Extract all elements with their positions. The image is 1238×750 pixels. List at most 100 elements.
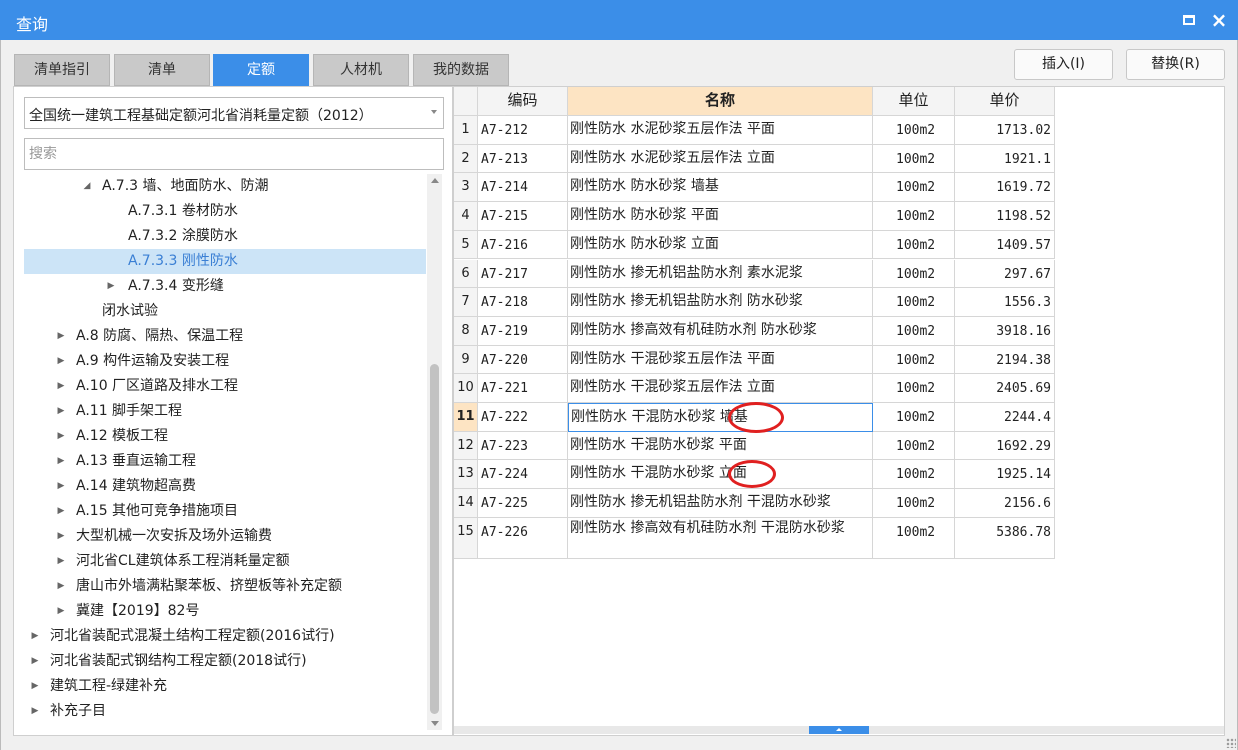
table-cell-code[interactable]: A7-226: [478, 517, 568, 559]
expand-arrow-icon[interactable]: ▶: [30, 674, 40, 699]
tree-item[interactable]: ▶ 建筑工程-绿建补充: [24, 674, 426, 699]
scroll-down-icon[interactable]: [431, 721, 439, 726]
quota-library-select[interactable]: 全国统一建筑工程基础定额河北省消耗量定额（2012）: [24, 97, 444, 129]
expand-arrow-icon[interactable]: ▶: [56, 549, 66, 574]
tab-labor-material-machine[interactable]: 人材机: [313, 54, 409, 86]
column-header-price[interactable]: 单价: [955, 87, 1055, 116]
tree-scrollbar[interactable]: [427, 174, 442, 730]
table-cell-unit[interactable]: 100m2: [873, 460, 955, 490]
expand-arrow-icon[interactable]: ▶: [56, 524, 66, 549]
table-cell-code[interactable]: A7-225: [478, 489, 568, 518]
tree-item[interactable]: ▶ A.8 防腐、隔热、保温工程: [24, 324, 426, 349]
table-cell-code[interactable]: A7-221: [478, 374, 568, 403]
table-cell-price[interactable]: 1409.57: [955, 230, 1055, 260]
expand-arrow-icon[interactable]: ▶: [56, 474, 66, 499]
table-cell-unit[interactable]: 100m2: [873, 173, 955, 203]
tree-item[interactable]: A.7.3.1 卷材防水: [24, 199, 426, 224]
expand-arrow-icon[interactable]: ▶: [56, 424, 66, 449]
table-cell-price[interactable]: 2405.69: [955, 374, 1055, 403]
table-cell-code[interactable]: A7-212: [478, 116, 568, 145]
table-cell-price[interactable]: 2194.38: [955, 345, 1055, 375]
expand-arrow-icon[interactable]: ▶: [56, 324, 66, 349]
tree-item[interactable]: ▶ A.10 厂区道路及排水工程: [24, 374, 426, 399]
table-cell-unit[interactable]: 100m2: [873, 403, 955, 432]
tree-item[interactable]: ▶ A.9 构件运输及安装工程: [24, 349, 426, 374]
table-cell-code[interactable]: A7-219: [478, 316, 568, 346]
tab-my-data[interactable]: 我的数据: [413, 54, 509, 86]
table-cell-unit[interactable]: 100m2: [873, 345, 955, 375]
table-cell-unit[interactable]: 100m2: [873, 489, 955, 518]
table-cell-price[interactable]: 2156.6: [955, 489, 1055, 518]
tree-item[interactable]: 闭水试验: [24, 299, 426, 324]
table-cell-unit[interactable]: 100m2: [873, 374, 955, 403]
table-cell-price[interactable]: 3918.16: [955, 316, 1055, 346]
table-cell-unit[interactable]: 100m2: [873, 144, 955, 174]
expand-arrow-icon[interactable]: ▶: [56, 374, 66, 399]
table-cell-price[interactable]: 2244.4: [955, 403, 1055, 432]
tree-item[interactable]: ◢ A.7.3 墙、地面防水、防潮: [24, 174, 426, 199]
maximize-icon[interactable]: [1178, 9, 1200, 31]
scroll-thumb[interactable]: [430, 364, 439, 714]
table-cell-name[interactable]: 刚性防水 干混防水砂浆 墙基: [568, 403, 873, 432]
table-cell-code[interactable]: A7-214: [478, 173, 568, 203]
table-cell-name[interactable]: 刚性防水 防水砂浆 立面: [568, 230, 873, 260]
table-cell-name[interactable]: 刚性防水 干混砂浆五层作法 平面: [568, 345, 873, 375]
expand-arrow-icon[interactable]: ▶: [30, 649, 40, 674]
table-cell-name[interactable]: 刚性防水 掺无机铝盐防水剂 素水泥浆: [568, 259, 873, 289]
tree-item[interactable]: ▶ A.15 其他可竞争措施项目: [24, 499, 426, 524]
replace-button[interactable]: 替换(R): [1126, 49, 1225, 80]
table-cell-price[interactable]: 1921.1: [955, 144, 1055, 174]
tree-item[interactable]: ▶ 大型机械一次安拆及场外运输费: [24, 524, 426, 549]
table-cell-unit[interactable]: 100m2: [873, 259, 955, 289]
scroll-thumb[interactable]: [809, 726, 869, 734]
expand-arrow-icon[interactable]: ▶: [56, 349, 66, 374]
expand-arrow-icon[interactable]: ▶: [30, 699, 40, 724]
table-cell-code[interactable]: A7-223: [478, 431, 568, 461]
tree-item[interactable]: ▶ A.13 垂直运输工程: [24, 449, 426, 474]
tab-bill[interactable]: 清单: [114, 54, 210, 86]
table-cell-unit[interactable]: 100m2: [873, 316, 955, 346]
tree-item[interactable]: ▶ 补充子目: [24, 699, 426, 724]
expand-arrow-icon[interactable]: ▶: [56, 399, 66, 424]
table-cell-unit[interactable]: 100m2: [873, 230, 955, 260]
column-header-code[interactable]: 编码: [478, 87, 568, 116]
insert-button[interactable]: 插入(I): [1014, 49, 1113, 80]
tree-item[interactable]: ▶ 河北省CL建筑体系工程消耗量定额: [24, 549, 426, 574]
table-cell-name[interactable]: 刚性防水 防水砂浆 墙基: [568, 173, 873, 203]
table-cell-code[interactable]: A7-218: [478, 288, 568, 317]
table-cell-price[interactable]: 1925.14: [955, 460, 1055, 490]
table-cell-name[interactable]: 刚性防水 防水砂浆 平面: [568, 202, 873, 231]
table-cell-unit[interactable]: 100m2: [873, 431, 955, 461]
table-cell-code[interactable]: A7-222: [478, 403, 568, 432]
table-cell-code[interactable]: A7-224: [478, 460, 568, 490]
column-header-unit[interactable]: 单位: [873, 87, 955, 116]
table-cell-name[interactable]: 刚性防水 干混砂浆五层作法 立面: [568, 374, 873, 403]
tree-item[interactable]: ▶ A.12 模板工程: [24, 424, 426, 449]
expand-arrow-icon[interactable]: ▶: [56, 574, 66, 599]
table-cell-name[interactable]: 刚性防水 水泥砂浆五层作法 立面: [568, 144, 873, 174]
tree-item[interactable]: A.7.3.3 刚性防水: [24, 249, 426, 274]
table-cell-price[interactable]: 1692.29: [955, 431, 1055, 461]
tab-quota[interactable]: 定额: [213, 54, 309, 86]
table-cell-price[interactable]: 5386.78: [955, 517, 1055, 559]
collapse-arrow-icon[interactable]: ◢: [82, 174, 92, 199]
expand-arrow-icon[interactable]: ▶: [56, 499, 66, 524]
table-cell-code[interactable]: A7-220: [478, 345, 568, 375]
table-cell-price[interactable]: 1619.72: [955, 173, 1055, 203]
table-cell-unit[interactable]: 100m2: [873, 517, 955, 559]
close-icon[interactable]: ×: [1208, 9, 1230, 31]
expand-arrow-icon[interactable]: ▶: [56, 599, 66, 624]
tree-item[interactable]: ▶ 唐山市外墙满粘聚苯板、挤塑板等补充定额: [24, 574, 426, 599]
table-horizontal-scrollbar[interactable]: [454, 726, 1224, 734]
table-cell-unit[interactable]: 100m2: [873, 116, 955, 145]
dropdown-arrow-icon[interactable]: [431, 110, 437, 114]
expand-arrow-icon[interactable]: ▶: [30, 624, 40, 649]
table-cell-name[interactable]: 刚性防水 掺无机铝盐防水剂 干混防水砂浆: [568, 489, 873, 518]
table-cell-code[interactable]: A7-215: [478, 202, 568, 231]
tab-bill-guide[interactable]: 清单指引: [14, 54, 110, 86]
tree-item[interactable]: A.7.3.2 涂膜防水: [24, 224, 426, 249]
tree-item[interactable]: ▶ A.11 脚手架工程: [24, 399, 426, 424]
expand-arrow-icon[interactable]: ▶: [106, 274, 116, 299]
tree-item[interactable]: ▶ 河北省装配式钢结构工程定额(2018试行): [24, 649, 426, 674]
table-cell-unit[interactable]: 100m2: [873, 288, 955, 317]
